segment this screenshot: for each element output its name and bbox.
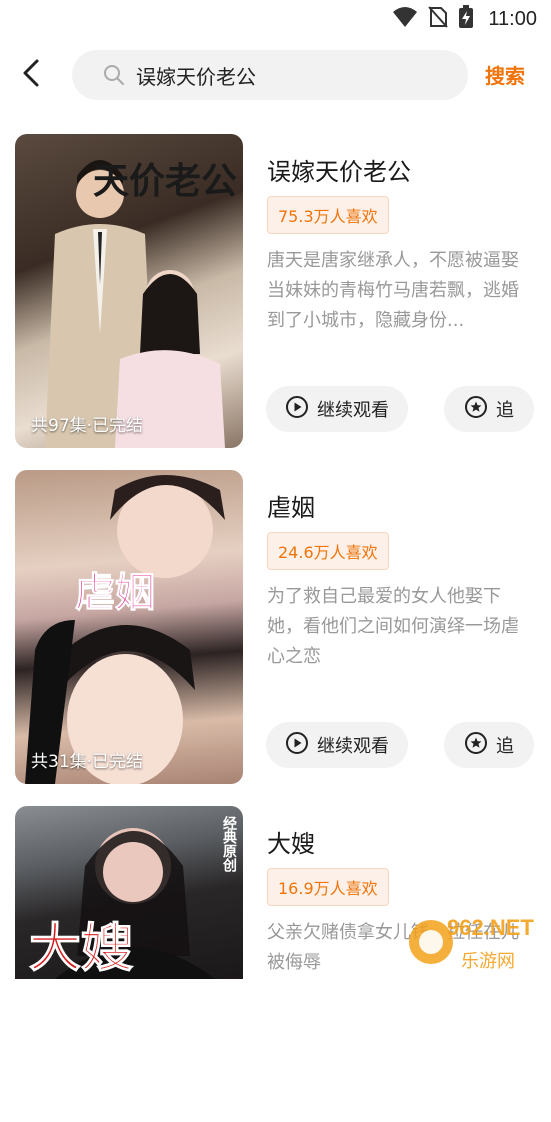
search-button[interactable]: 搜索 [485,60,525,89]
status-bar: 11:00 [0,0,551,40]
drama-title[interactable]: 大嫂 [267,824,315,859]
cover-art-title: 大嫂 [29,906,133,979]
play-icon [285,395,309,424]
site-watermark: 962.NET 乐游网 [405,909,545,975]
search-icon [102,63,126,87]
drama-cover[interactable]: 天价老公 共97集·已完结 [15,134,243,448]
follow-button[interactable]: 追 [444,722,534,768]
likes-badge: 16.9万人喜欢 [267,868,389,906]
follow-label: 追 [496,732,514,758]
battery-charging-icon [458,5,474,33]
cover-art-subtitle: 经典原创 [219,816,239,872]
list-item[interactable]: 天价老公 共97集·已完结 误嫁天价老公 75.3万人喜欢 唐天是唐家继承人，不… [0,134,551,450]
watermark-sub: 乐游网 [461,947,515,973]
drama-description: 唐天是唐家继承人，不愿被逼娶当妹妹的青梅竹马唐若飘，逃婚到了小城市，隐藏身份..… [267,246,533,336]
continue-watching-button[interactable]: 继续观看 [266,722,408,768]
back-button[interactable] [14,58,48,92]
cover-art-title: 虐姻 [75,560,155,618]
continue-watching-button[interactable]: 继续观看 [266,386,408,432]
star-icon [464,395,488,424]
follow-label: 追 [496,396,514,422]
continue-watching-label: 继续观看 [317,732,389,758]
no-sim-icon [428,6,448,32]
wifi-icon [392,6,418,32]
watermark-brand: 962.NET [447,915,534,941]
likes-badge: 75.3万人喜欢 [267,196,389,234]
episode-badge: 共31集·已完结 [31,747,143,772]
play-icon [285,731,309,760]
status-time: 11:00 [488,8,537,31]
cover-art-title: 天价老公 [93,152,237,204]
drama-title[interactable]: 误嫁天价老公 [267,152,411,187]
status-icons: 11:00 [392,8,537,30]
continue-watching-label: 继续观看 [317,396,389,422]
episode-badge: 共97集·已完结 [31,411,143,436]
drama-cover[interactable]: 虐姻 共31集·已完结 [15,470,243,784]
drama-cover[interactable]: 大嫂 经典原创 [15,806,243,979]
search-box[interactable] [72,50,468,100]
follow-button[interactable]: 追 [444,386,534,432]
back-arrow-icon [20,58,42,92]
list-item[interactable]: 虐姻 共31集·已完结 虐姻 24.6万人喜欢 为了救自己最爱的女人他娶下她，看… [0,470,551,786]
likes-badge: 24.6万人喜欢 [267,532,389,570]
drama-title[interactable]: 虐姻 [267,488,315,523]
star-icon [464,731,488,760]
drama-description: 为了救自己最爱的女人他娶下她，看他们之间如何演绎一场虐心之恋 [267,582,533,672]
search-input[interactable] [136,63,436,87]
search-header: 搜索 [0,48,551,102]
